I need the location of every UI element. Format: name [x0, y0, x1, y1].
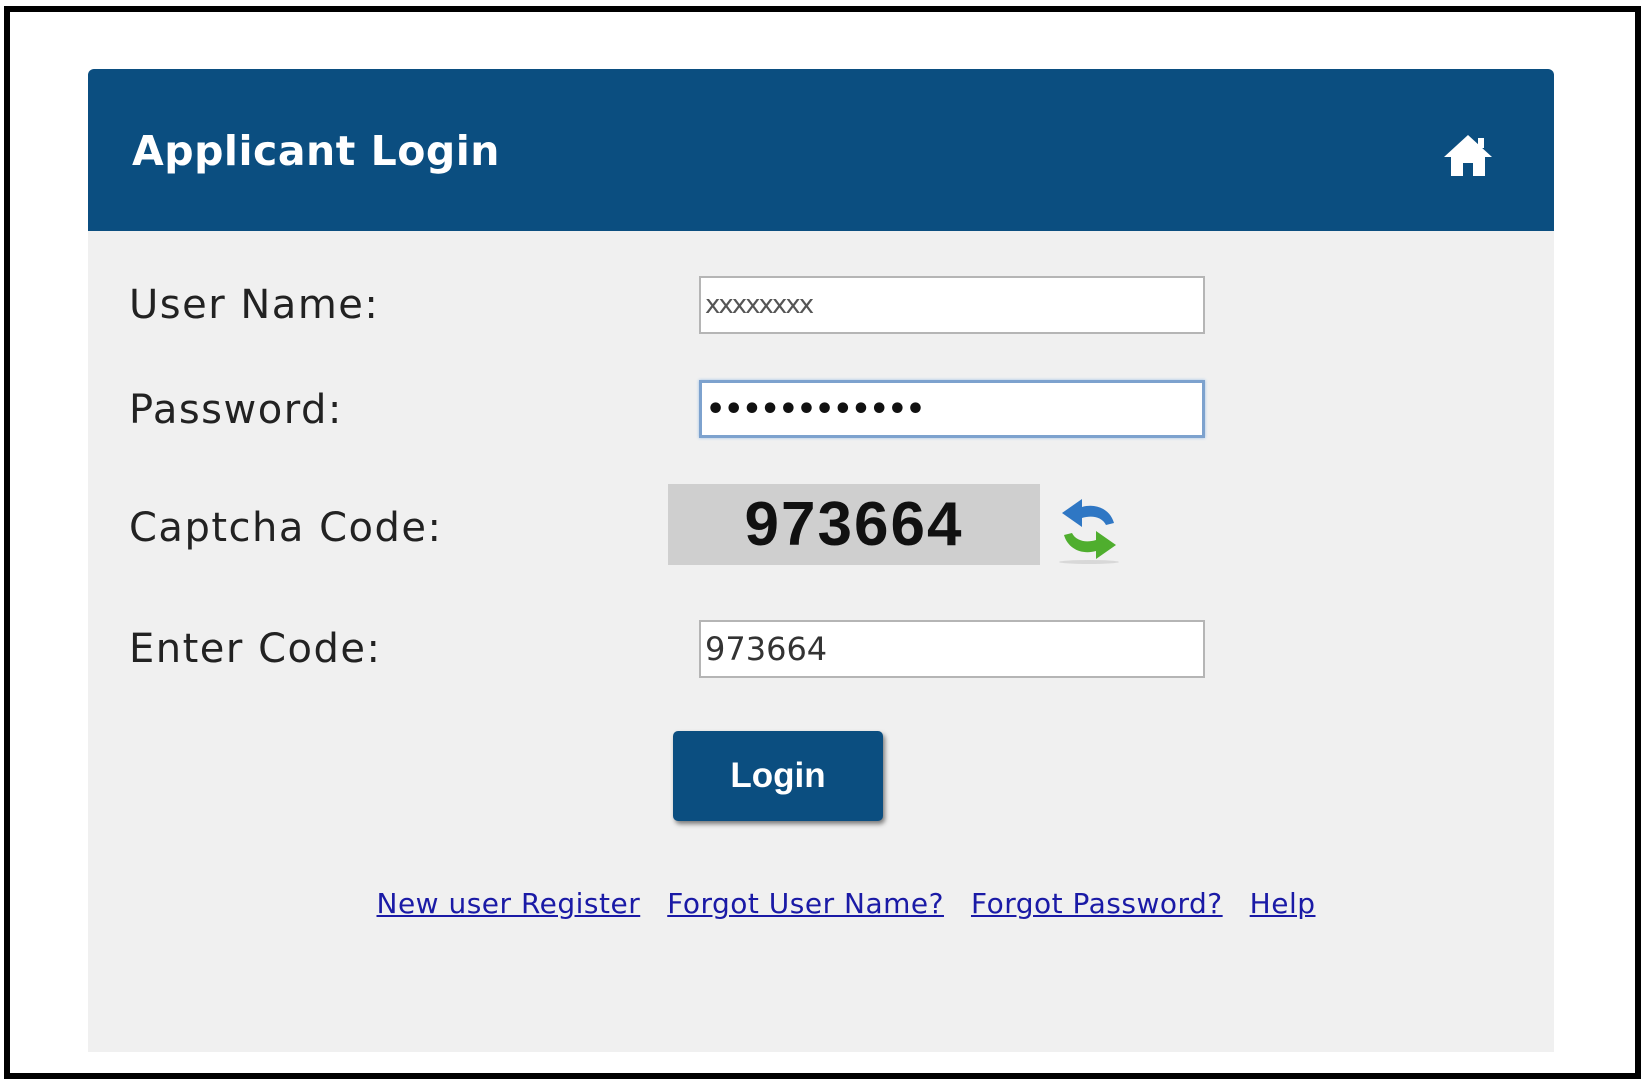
help-link[interactable]: Help: [1250, 887, 1316, 920]
forgot-password-link[interactable]: Forgot Password?: [971, 887, 1223, 920]
captcha-input[interactable]: [699, 620, 1205, 678]
footer-links: New user Register Forgot User Name? Forg…: [88, 887, 1554, 920]
new-user-register-link[interactable]: New user Register: [377, 887, 641, 920]
panel-header: Applicant Login: [88, 69, 1554, 231]
captcha-code: 973664: [744, 490, 964, 559]
enter-code-label: Enter Code:: [129, 626, 382, 672]
page-frame: Applicant Login User Name: Password: Cap…: [4, 6, 1641, 1079]
login-button[interactable]: Login: [673, 731, 883, 821]
username-field[interactable]: [699, 276, 1205, 334]
refresh-icon[interactable]: [1052, 497, 1126, 565]
captcha-label: Captcha Code:: [129, 505, 443, 551]
login-panel: Applicant Login User Name: Password: Cap…: [88, 69, 1554, 1052]
password-field[interactable]: [699, 380, 1205, 438]
home-icon[interactable]: [1442, 131, 1494, 179]
forgot-username-link[interactable]: Forgot User Name?: [667, 887, 944, 920]
page-title: Applicant Login: [132, 127, 500, 175]
captcha-image: 973664: [668, 484, 1040, 565]
password-label: Password:: [129, 387, 343, 433]
username-label: User Name:: [129, 282, 380, 328]
